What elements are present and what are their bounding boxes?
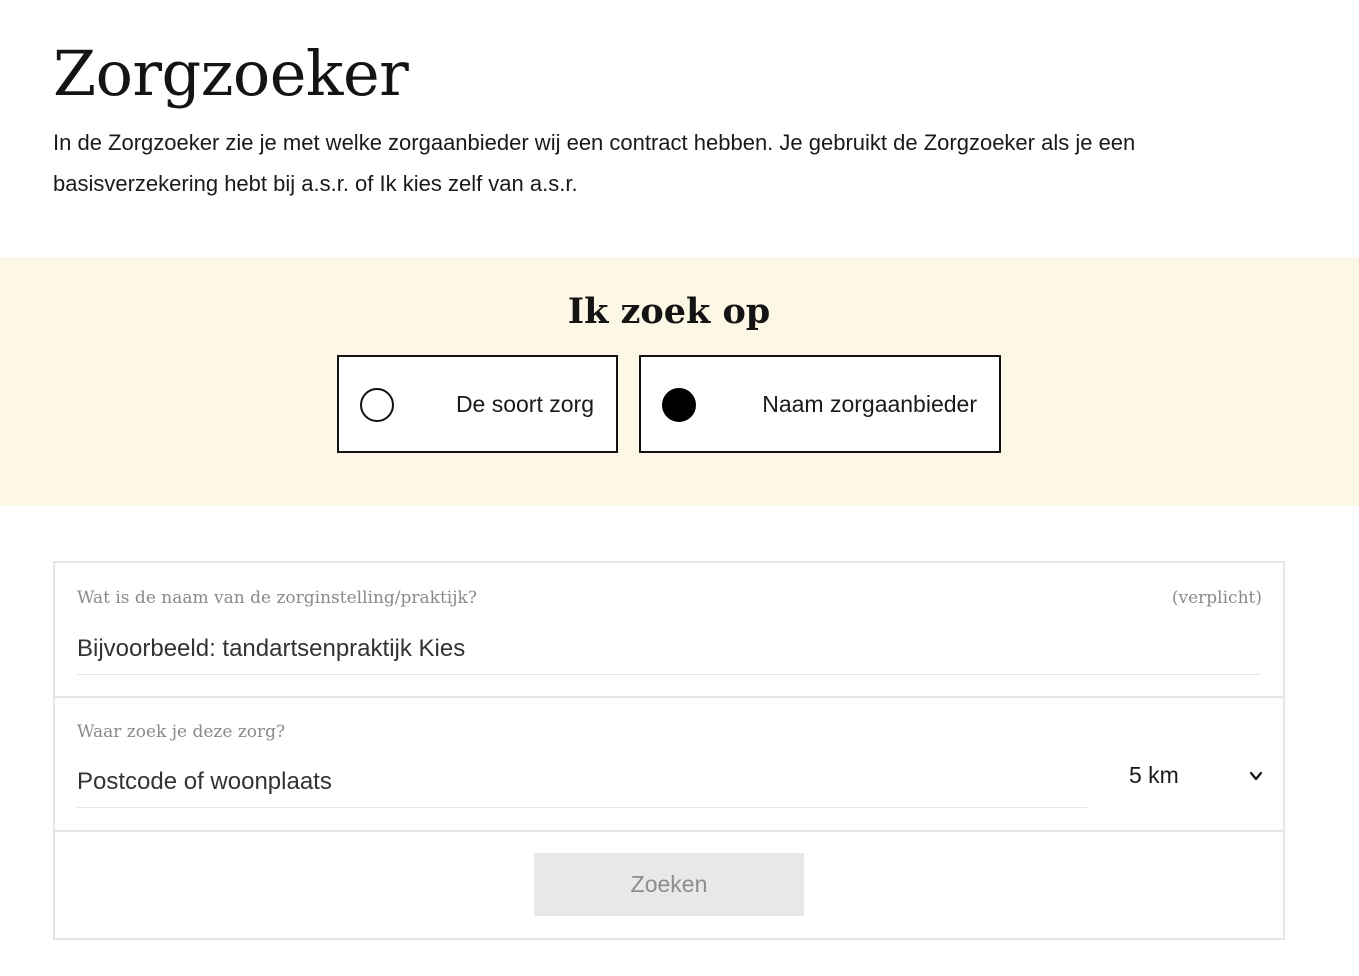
option-naam-zorgaanbieder-label: Naam zorgaanbieder: [762, 391, 977, 417]
option-soort-zorg[interactable]: De soort zorg: [337, 355, 618, 453]
divider: [55, 830, 1283, 832]
provider-name-input[interactable]: [77, 623, 1261, 675]
location-input[interactable]: [77, 756, 1087, 808]
option-soort-zorg-label: De soort zorg: [455, 391, 594, 417]
distance-select[interactable]: 5 km: [1129, 756, 1263, 796]
intro-text: In de Zorgzoeker zie je met welke zorgaa…: [53, 130, 1136, 196]
page-title: Zorgzoeker: [53, 37, 409, 110]
location-field-label: Waar zoek je deze zorg?: [77, 722, 286, 742]
radio-checked-icon[interactable]: [662, 388, 696, 422]
radio-unchecked-icon[interactable]: [360, 388, 394, 422]
search-type-heading: Ik zoek op: [567, 291, 771, 332]
distance-value: 5 km: [1129, 762, 1179, 788]
search-button[interactable]: Zoeken: [534, 853, 804, 916]
divider: [55, 696, 1283, 698]
search-form: Wat is de naam van de zorginstelling/pra…: [53, 561, 1285, 940]
option-naam-zorgaanbieder[interactable]: Naam zorgaanbieder: [639, 355, 1001, 453]
name-field-label: Wat is de naam van de zorginstelling/pra…: [77, 588, 477, 608]
chevron-down-icon: [1249, 771, 1263, 781]
zorgzoeker-page: Zorgzoeker In de Zorgzoeker zie je met w…: [0, 0, 1359, 976]
required-label: (verplicht): [1171, 588, 1262, 608]
